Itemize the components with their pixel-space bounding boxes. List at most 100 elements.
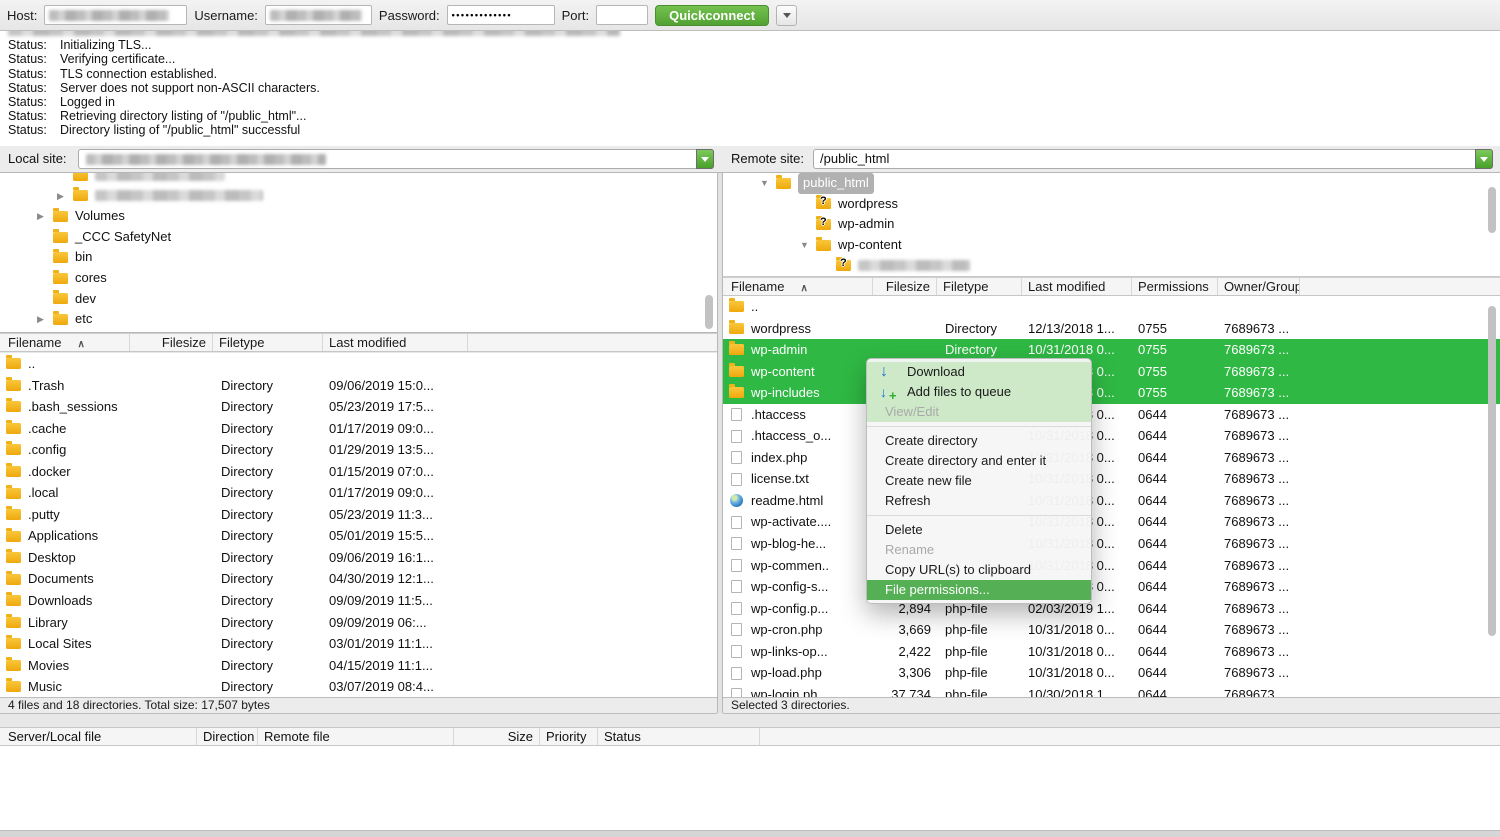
column-last-modified[interactable]: Last modified — [1022, 278, 1132, 295]
column-filename[interactable]: Filename — [723, 278, 873, 295]
menu-item[interactable]: Create directory and enter it — [867, 451, 1091, 471]
status-line: Status: Initializing TLS... — [0, 38, 1500, 52]
column-direction[interactable]: Direction — [197, 728, 258, 745]
port-input[interactable] — [596, 5, 648, 25]
disclosure-triangle-icon[interactable]: ▶ — [57, 186, 73, 207]
file-row[interactable]: wp-load.php 3,306 php-file 10/31/2018 0.… — [723, 662, 1500, 684]
file-row[interactable]: wp-cron.php 3,669 php-file 10/31/2018 0.… — [723, 619, 1500, 641]
tree-item[interactable]: wordpress — [723, 194, 1500, 215]
file-row[interactable]: wp-config-s... 10/31/2018 0... 0644 7689… — [723, 576, 1500, 598]
file-row[interactable]: wordpress Directory 12/13/2018 1... 0755… — [723, 318, 1500, 340]
column-last-modified[interactable]: Last modified — [323, 334, 468, 351]
local-list-header: Filename Filesize Filetype Last modified — [0, 333, 717, 352]
tree-item[interactable] — [723, 255, 1500, 276]
column-owner-group[interactable]: Owner/Group — [1218, 278, 1300, 295]
file-row[interactable]: .htaccess_o... 10/31/2018 0... 0644 7689… — [723, 425, 1500, 447]
file-row[interactable]: wp-includes Directory 10/31/2018 0... 07… — [723, 382, 1500, 404]
disclosure-triangle-icon[interactable]: ▼ — [800, 235, 816, 256]
file-row[interactable]: Downloads Directory 09/09/2019 11:5... — [0, 590, 717, 612]
menu-item[interactable]: Add files to queue — [867, 382, 1091, 402]
file-row[interactable]: wp-links-op... 2,422 php-file 10/31/2018… — [723, 641, 1500, 663]
column-priority[interactable]: Priority — [540, 728, 598, 745]
file-row[interactable]: Music Directory 03/07/2019 08:4... — [0, 676, 717, 697]
tree-item[interactable]: ▶ Volumes — [0, 206, 717, 227]
file-row[interactable]: .. — [0, 353, 717, 375]
quickconnect-button[interactable]: Quickconnect — [655, 5, 769, 26]
host-input[interactable] — [44, 5, 187, 25]
file-row[interactable]: Library Directory 09/09/2019 06:... — [0, 612, 717, 634]
tree-item[interactable]: dev — [0, 289, 717, 310]
menu-item[interactable]: Delete — [867, 520, 1091, 540]
file-row[interactable]: wp-content Directory 10/31/2018 0... 075… — [723, 361, 1500, 383]
file-row[interactable]: Applications Directory 05/01/2019 15:5..… — [0, 525, 717, 547]
tree-item[interactable]: bin — [0, 247, 717, 268]
column-remote-file[interactable]: Remote file — [258, 728, 454, 745]
disclosure-triangle-icon[interactable]: ▶ — [37, 309, 53, 330]
file-row[interactable]: .. — [723, 296, 1500, 318]
file-row[interactable]: wp-config.p... 2,894 php-file 02/03/2019… — [723, 598, 1500, 620]
file-row[interactable]: Documents Directory 04/30/2019 12:1... — [0, 568, 717, 590]
menu-item[interactable]: Download — [867, 362, 1091, 382]
tree-item[interactable]: ▶ etc — [0, 309, 717, 330]
menu-item[interactable]: Refresh — [867, 491, 1091, 511]
local-status-bar: 4 files and 18 directories. Total size: … — [0, 697, 717, 714]
local-tree-scrollbar[interactable] — [705, 295, 713, 329]
file-type-icon — [729, 344, 744, 355]
password-input[interactable]: ••••••••••••• — [447, 5, 555, 25]
file-row[interactable]: wp-activate.... 10/31/2018 0... 0644 768… — [723, 511, 1500, 533]
file-row[interactable]: .htaccess 10/31/2018 0... 0644 7689673 .… — [723, 404, 1500, 426]
menu-item[interactable]: Create directory — [867, 431, 1091, 451]
column-filetype[interactable]: Filetype — [937, 278, 1022, 295]
tree-item[interactable]: ▼ wp-content — [723, 235, 1500, 256]
column-server-local-file[interactable]: Server/Local file — [0, 728, 197, 745]
menu-item[interactable]: File permissions... — [867, 580, 1091, 600]
file-row[interactable]: Local Sites Directory 03/01/2019 11:1... — [0, 633, 717, 655]
username-input[interactable] — [265, 5, 372, 25]
file-row[interactable]: wp-blog-he... 10/31/2018 0... 0644 76896… — [723, 533, 1500, 555]
file-row[interactable]: Movies Directory 04/15/2019 11:1... — [0, 655, 717, 677]
file-row[interactable]: wp-admin Directory 10/31/2018 0... 0755 … — [723, 339, 1500, 361]
menu-item[interactable]: Copy URL(s) to clipboard — [867, 560, 1091, 580]
column-status[interactable]: Status — [598, 728, 760, 745]
column-size[interactable]: Size — [454, 728, 540, 745]
file-row[interactable]: readme.html 10/31/2018 0... 0644 7689673… — [723, 490, 1500, 512]
file-row[interactable]: Desktop Directory 09/06/2019 16:1... — [0, 547, 717, 569]
file-row[interactable]: wp-login.ph... 37,734 php-file 10/30/201… — [723, 684, 1500, 697]
file-row[interactable]: .docker Directory 01/15/2019 07:0... — [0, 461, 717, 483]
file-row[interactable]: .cache Directory 01/17/2019 09:0... — [0, 418, 717, 440]
file-row[interactable]: .putty Directory 05/23/2019 11:3... — [0, 504, 717, 526]
menu-item[interactable]: Create new file — [867, 471, 1091, 491]
file-row[interactable]: wp-commen.. 10/31/2018 0... 0644 7689673… — [723, 555, 1500, 577]
folder-icon — [53, 232, 68, 243]
file-row[interactable]: .bash_sessions Directory 05/23/2019 17:5… — [0, 396, 717, 418]
menu-item[interactable]: Rename — [867, 540, 1091, 560]
tree-item[interactable]: cores — [0, 268, 717, 289]
tree-item[interactable] — [0, 173, 717, 186]
file-row[interactable]: index.php 10/31/2018 0... 0644 7689673 .… — [723, 447, 1500, 469]
tree-item[interactable]: _CCC SafetyNet — [0, 227, 717, 248]
column-filename[interactable]: Filename — [0, 334, 130, 351]
tree-item[interactable]: ▶ — [0, 186, 717, 207]
disclosure-triangle-icon[interactable]: ▶ — [37, 206, 53, 227]
column-filesize[interactable]: Filesize — [873, 278, 937, 295]
menu-item[interactable] — [867, 515, 1091, 516]
disclosure-triangle-icon[interactable]: ▼ — [760, 173, 776, 194]
tree-item[interactable]: ▼ public_html — [723, 173, 1500, 194]
file-row[interactable]: .local Directory 01/17/2019 09:0... — [0, 482, 717, 504]
local-site-combo[interactable] — [78, 149, 714, 169]
remote-list-scrollbar[interactable] — [1488, 306, 1496, 636]
menu-item[interactable]: View/Edit — [867, 402, 1091, 422]
file-row[interactable]: .config Directory 01/29/2019 13:5... — [0, 439, 717, 461]
remote-site-combo[interactable]: /public_html — [813, 149, 1493, 169]
remote-site-dropdown-button[interactable] — [1475, 149, 1493, 169]
tree-item[interactable]: wp-admin — [723, 214, 1500, 235]
menu-item[interactable] — [867, 426, 1091, 427]
column-filesize[interactable]: Filesize — [130, 334, 213, 351]
column-permissions[interactable]: Permissions — [1132, 278, 1218, 295]
column-filetype[interactable]: Filetype — [213, 334, 323, 351]
file-row[interactable]: .Trash Directory 09/06/2019 15:0... — [0, 375, 717, 397]
local-site-dropdown-button[interactable] — [696, 149, 714, 169]
quickconnect-dropdown-button[interactable] — [776, 5, 797, 26]
file-row[interactable]: license.txt 10/31/2018 0... 0644 7689673… — [723, 468, 1500, 490]
remote-tree-scrollbar[interactable] — [1488, 187, 1496, 233]
